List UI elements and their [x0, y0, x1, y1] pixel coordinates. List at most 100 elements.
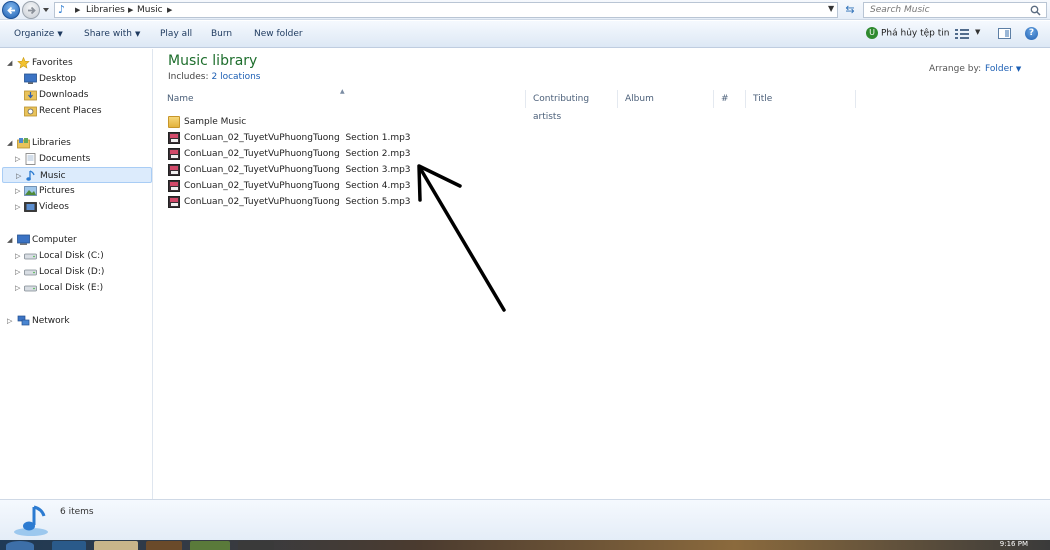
- column-title[interactable]: Title: [746, 90, 856, 108]
- mp3-file-icon: [168, 164, 180, 176]
- expand-icon[interactable]: ▷: [15, 248, 20, 264]
- search-input[interactable]: [864, 3, 1024, 17]
- expand-icon[interactable]: ▷: [7, 313, 12, 329]
- recent-places-icon: [24, 106, 37, 117]
- expand-icon[interactable]: ▷: [15, 199, 20, 215]
- view-options-dropdown-icon[interactable]: ▼: [975, 28, 980, 36]
- expand-icon[interactable]: ▷: [15, 183, 20, 199]
- nav-recent-places[interactable]: Recent Places: [0, 103, 152, 119]
- help-icon[interactable]: ?: [1025, 27, 1038, 40]
- preview-pane-icon[interactable]: [998, 28, 1011, 39]
- tray-clock[interactable]: 9:16 PM: [1000, 540, 1028, 548]
- file-name: ConLuan_02_TuyetVuPhuongTuong Section 5.…: [184, 197, 411, 207]
- organize-button[interactable]: Organize ▼: [14, 29, 63, 39]
- taskbar-explorer-icon[interactable]: [94, 541, 138, 550]
- nav-downloads[interactable]: Downloads: [0, 87, 152, 103]
- search-box[interactable]: [863, 2, 1047, 18]
- back-button[interactable]: [2, 1, 20, 19]
- nav-favorites-label: Favorites: [32, 58, 73, 68]
- expand-icon[interactable]: ▷: [16, 168, 21, 184]
- file-row-folder[interactable]: Sample Music: [168, 114, 468, 130]
- arrange-by-dropdown[interactable]: Folder ▼: [985, 64, 1021, 74]
- mp3-file-icon: [168, 148, 180, 160]
- file-name: Sample Music: [184, 117, 247, 127]
- column-name-label: Name: [167, 94, 194, 104]
- expand-icon[interactable]: ▷: [15, 151, 20, 167]
- collapse-icon[interactable]: ◢: [7, 55, 12, 71]
- address-dropdown-icon[interactable]: ▼: [828, 4, 834, 13]
- nav-pictures-label: Pictures: [39, 186, 75, 196]
- item-count: 6 items: [60, 507, 94, 517]
- file-name: ConLuan_02_TuyetVuPhuongTuong Section 3.…: [184, 165, 411, 175]
- collapse-icon[interactable]: ◢: [7, 135, 12, 151]
- forward-button[interactable]: [22, 1, 40, 19]
- address-bar: ♪ ▶ Libraries ▶ Music ▶ ▼ ⇆: [0, 0, 1050, 20]
- file-row[interactable]: ConLuan_02_TuyetVuPhuongTuong Section 1.…: [168, 130, 468, 146]
- breadcrumb-music[interactable]: Music: [137, 5, 163, 15]
- play-all-button[interactable]: Play all: [160, 29, 192, 39]
- videos-icon: [24, 202, 37, 212]
- network-icon: [17, 315, 30, 326]
- expand-icon[interactable]: ▷: [15, 280, 20, 296]
- share-with-button[interactable]: Share with ▼: [84, 29, 140, 39]
- taskbar-app-icon[interactable]: [238, 541, 274, 550]
- file-list-pane: Music library Includes: 2 locations Arran…: [154, 49, 1050, 499]
- library-includes: Includes: 2 locations: [168, 72, 260, 82]
- nav-disk-d[interactable]: ▷ Local Disk (D:): [0, 264, 152, 280]
- nav-pictures[interactable]: ▷ Pictures: [0, 183, 152, 199]
- nav-videos[interactable]: ▷ Videos: [0, 199, 152, 215]
- nav-computer[interactable]: ◢ Computer: [0, 232, 152, 248]
- new-folder-button[interactable]: New folder: [254, 29, 303, 39]
- hard-disk-icon: [24, 285, 37, 292]
- documents-icon: [25, 153, 36, 165]
- mp3-file-icon: [168, 180, 180, 192]
- uninstall-button[interactable]: U Phá hủy tệp tin: [866, 27, 949, 41]
- chevron-down-icon: ▼: [57, 30, 63, 38]
- nav-disk-e[interactable]: ▷ Local Disk (E:): [0, 280, 152, 296]
- nav-documents[interactable]: ▷ Documents: [0, 151, 152, 167]
- burn-button[interactable]: Burn: [211, 29, 232, 39]
- breadcrumb-separator-icon[interactable]: ▶: [128, 6, 133, 14]
- column-track-number[interactable]: #: [714, 90, 746, 108]
- search-icon[interactable]: [1030, 5, 1041, 16]
- nav-disk-c-label: Local Disk (C:): [39, 251, 104, 261]
- nav-music[interactable]: ▷ Music: [2, 167, 152, 183]
- hard-disk-icon: [24, 269, 37, 276]
- taskbar-ie-icon[interactable]: [52, 541, 86, 550]
- refresh-button[interactable]: ⇆: [842, 2, 858, 18]
- address-field[interactable]: ♪ ▶ Libraries ▶ Music ▶ ▼: [54, 2, 838, 18]
- includes-locations-link[interactable]: 2 locations: [211, 72, 260, 82]
- nav-libraries-label: Libraries: [32, 138, 71, 148]
- breadcrumb-separator-icon[interactable]: ▶: [167, 6, 172, 14]
- breadcrumb-separator-icon[interactable]: ▶: [75, 6, 80, 14]
- nav-favorites[interactable]: ◢ Favorites: [0, 55, 152, 71]
- taskbar-media-icon[interactable]: [146, 541, 182, 550]
- taskbar: 9:16 PM: [0, 540, 1050, 550]
- libraries-icon: [17, 138, 30, 149]
- hard-disk-icon: [24, 253, 37, 260]
- collapse-icon[interactable]: ◢: [7, 232, 12, 248]
- nav-disk-c[interactable]: ▷ Local Disk (C:): [0, 248, 152, 264]
- organize-label: Organize: [14, 29, 55, 39]
- expand-icon[interactable]: ▷: [15, 264, 20, 280]
- breadcrumb-libraries[interactable]: Libraries: [86, 5, 125, 15]
- share-with-label: Share with: [84, 29, 132, 39]
- downloads-folder-icon: [24, 90, 37, 101]
- start-button[interactable]: [6, 541, 34, 550]
- sort-ascending-icon: ▲: [340, 88, 345, 95]
- recent-pages-dropdown-icon[interactable]: [42, 6, 50, 14]
- nav-network[interactable]: ▷ Network: [0, 313, 152, 329]
- annotation-arrow-icon: [417, 164, 506, 312]
- nav-network-label: Network: [32, 316, 70, 326]
- nav-downloads-label: Downloads: [39, 90, 89, 100]
- nav-videos-label: Videos: [39, 202, 69, 212]
- nav-desktop[interactable]: Desktop: [0, 71, 152, 87]
- nav-libraries[interactable]: ◢ Libraries: [0, 135, 152, 151]
- column-album[interactable]: Album: [618, 90, 714, 108]
- taskbar-app-icon[interactable]: [190, 541, 230, 550]
- arrow-right-icon: [28, 6, 36, 15]
- music-icon: [26, 170, 35, 181]
- change-view-icon[interactable]: [955, 29, 969, 39]
- column-contributing-artists[interactable]: Contributing artists: [526, 90, 618, 122]
- file-name: ConLuan_02_TuyetVuPhuongTuong Section 1.…: [184, 133, 411, 143]
